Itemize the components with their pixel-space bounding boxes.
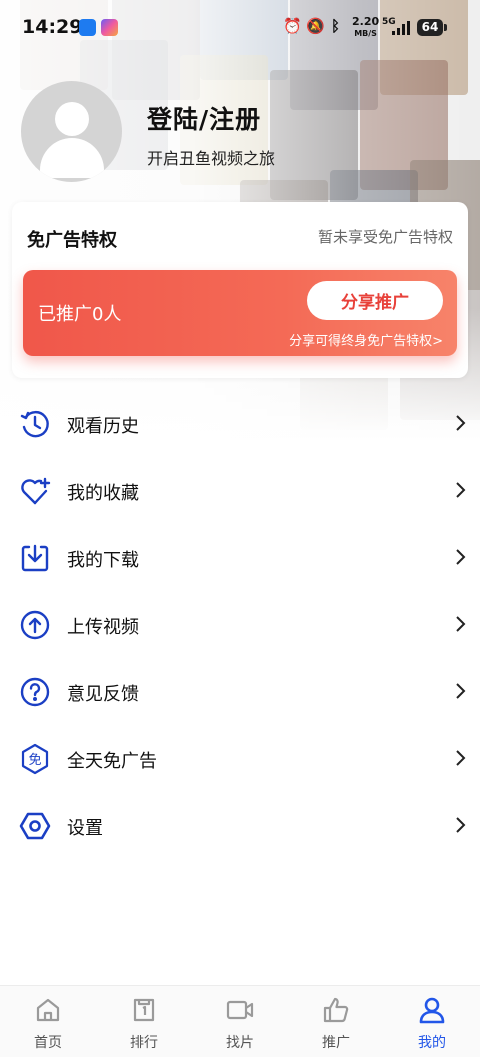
menu-label: 我的收藏 (67, 483, 139, 504)
home-icon (36, 998, 60, 1022)
promoted-count: 已推广0人 (38, 304, 122, 325)
tab-label: 我的 (418, 1035, 446, 1051)
chevron-right-icon (456, 616, 466, 632)
bottom-tab-bar: 首页 排行 找片 推广 我的 (0, 985, 480, 1057)
video-camera-icon (226, 1000, 254, 1020)
menu-item-settings[interactable]: 设置 (0, 792, 480, 859)
avatar[interactable] (21, 81, 122, 182)
network-speed: 2.20 MB/S (352, 15, 380, 38)
tab-label: 首页 (34, 1035, 62, 1051)
status-time: 14:29 (22, 16, 83, 38)
history-icon (20, 410, 49, 438)
avatar-head (55, 102, 89, 136)
ranking-icon (133, 998, 155, 1022)
download-icon (21, 544, 49, 572)
menu-item-downloads[interactable]: 我的下载 (0, 524, 480, 591)
menu-item-history[interactable]: 观看历史 (0, 390, 480, 457)
menu-label: 我的下载 (67, 550, 139, 571)
profile-subtitle: 开启丑鱼视频之旅 (147, 149, 276, 168)
ad-free-status: 暂未享受免广告特权 (317, 228, 453, 246)
tab-label: 排行 (130, 1035, 158, 1051)
menu-item-upload[interactable]: 上传视频 (0, 591, 480, 658)
upload-icon (20, 610, 50, 640)
tab-promote[interactable]: 推广 (288, 986, 384, 1057)
menu-item-ad-free[interactable]: 免 全天免广告 (0, 725, 480, 792)
promotion-box: 已推广0人 分享推广 分享可得终身免广告特权> (23, 270, 457, 356)
heart-plus-icon (21, 477, 51, 505)
share-promotion-button[interactable]: 分享推广 (307, 281, 443, 320)
question-icon (20, 677, 50, 707)
menu-label: 设置 (67, 818, 103, 839)
avatar-body (40, 138, 104, 178)
menu-label: 观看历史 (67, 416, 139, 437)
tab-find-videos[interactable]: 找片 (192, 986, 288, 1057)
chevron-right-icon (456, 750, 466, 766)
menu-item-favorites[interactable]: 我的收藏 (0, 457, 480, 524)
menu-list: 观看历史 我的收藏 我的下载 上传视频 意见反馈 免 全天免广告 设置 (0, 390, 480, 859)
promotion-hint-link[interactable]: 分享可得终身免广告特权> (289, 330, 443, 349)
status-bar: 14:29 ⏰ 🔕 ᛒ 2.20 MB/S 5G 64 (0, 0, 480, 56)
user-icon (419, 997, 445, 1024)
signal-bars-icon (392, 21, 410, 35)
ad-free-icon: 免 (21, 743, 49, 775)
ad-free-title: 免广告特权 (27, 230, 117, 251)
tab-mine[interactable]: 我的 (384, 986, 480, 1057)
alarm-icon: ⏰ (283, 17, 302, 35)
menu-item-feedback[interactable]: 意见反馈 (0, 658, 480, 725)
settings-icon (19, 812, 51, 840)
bluetooth-icon: ᛒ (331, 17, 341, 35)
chevron-right-icon (456, 482, 466, 498)
menu-label: 上传视频 (67, 617, 139, 638)
login-register-link[interactable]: 登陆/注册 (147, 100, 261, 136)
menu-label: 全天免广告 (67, 751, 157, 772)
tab-label: 找片 (226, 1035, 254, 1051)
svg-text:免: 免 (28, 753, 41, 768)
ad-free-card: 免广告特权 暂未享受免广告特权 已推广0人 分享推广 分享可得终身免广告特权> (12, 202, 468, 378)
tab-label: 推广 (322, 1035, 350, 1051)
app-notification-icon (79, 19, 96, 36)
app-notification-icon (101, 19, 118, 36)
chevron-right-icon (456, 683, 466, 699)
menu-label: 意见反馈 (67, 684, 139, 705)
tab-ranking[interactable]: 排行 (96, 986, 192, 1057)
mute-icon: 🔕 (306, 17, 325, 35)
thumbs-up-icon (323, 997, 349, 1023)
chevron-right-icon (456, 415, 466, 431)
chevron-right-icon (456, 817, 466, 833)
chevron-right-icon (456, 549, 466, 565)
battery-icon: 64 (417, 19, 447, 36)
tab-home[interactable]: 首页 (0, 986, 96, 1057)
